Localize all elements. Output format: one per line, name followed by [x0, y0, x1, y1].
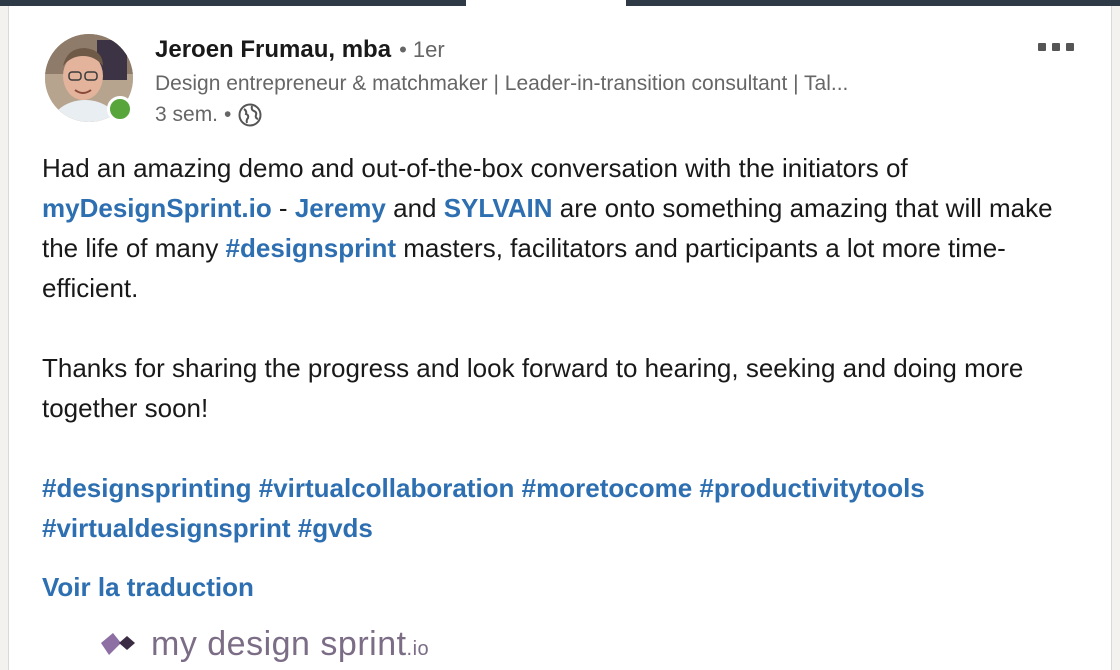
more-dot-icon	[1066, 43, 1074, 51]
hashtag-list: #designsprinting #virtualcollaboration #…	[42, 468, 1092, 548]
preview-logo-name: my design sprint	[151, 624, 407, 663]
connection-degree: • 1er	[399, 37, 445, 62]
hashtag-link[interactable]: #moretocome	[522, 473, 693, 503]
online-status-indicator	[107, 96, 133, 122]
more-options-button[interactable]	[1031, 36, 1081, 58]
author-name[interactable]: Jeroen Frumau, mba	[155, 36, 391, 64]
post-meta: 3 sem. •	[155, 102, 263, 128]
hashtag-link[interactable]: #designsprinting	[42, 473, 251, 503]
post-time: 3 sem.	[155, 103, 219, 126]
hashtag-link[interactable]: #virtualdesignsprint	[42, 513, 291, 543]
preview-logo-suffix: .io	[406, 637, 430, 660]
mention-jeremy[interactable]: Jeremy	[295, 193, 386, 223]
author-line: Jeroen Frumau, mba • 1er	[155, 36, 445, 70]
more-dot-icon	[1052, 43, 1060, 51]
meta-separator: •	[224, 103, 232, 126]
more-dot-icon	[1038, 43, 1046, 51]
post-text-dash: -	[271, 193, 295, 223]
hashtag-link[interactable]: #gvds	[298, 513, 373, 543]
mention-sylvain[interactable]: SYLVAIN	[444, 193, 553, 223]
hashtag-link[interactable]: #virtualcollaboration	[259, 473, 515, 503]
link-mydesignsprint[interactable]: myDesignSprint.io	[42, 193, 272, 223]
hashtag-link[interactable]: #productivitytools	[699, 473, 924, 503]
post-body: Had an amazing demo and out-of-the-box c…	[42, 148, 1092, 428]
post-paragraph-1: Had an amazing demo and out-of-the-box c…	[42, 148, 1092, 308]
post-text-start: Had an amazing demo and out-of-the-box c…	[42, 153, 908, 183]
mydesignsprint-logo-icon	[101, 633, 135, 655]
post-card: Jeroen Frumau, mba • 1er Design entrepre…	[8, 6, 1112, 670]
globe-icon	[237, 102, 263, 128]
see-translation-button[interactable]: Voir la traduction	[42, 572, 254, 603]
post-paragraph-2: Thanks for sharing the progress and look…	[42, 353, 1024, 423]
post-text-and: and	[385, 193, 444, 223]
author-headline: Design entrepreneur & matchmaker | Leade…	[155, 72, 849, 95]
hashtag-designsprint[interactable]: #designsprint	[226, 233, 396, 263]
preview-logo-text: my design sprint.io	[151, 625, 429, 664]
link-preview[interactable]: my design sprint.io	[99, 618, 429, 670]
